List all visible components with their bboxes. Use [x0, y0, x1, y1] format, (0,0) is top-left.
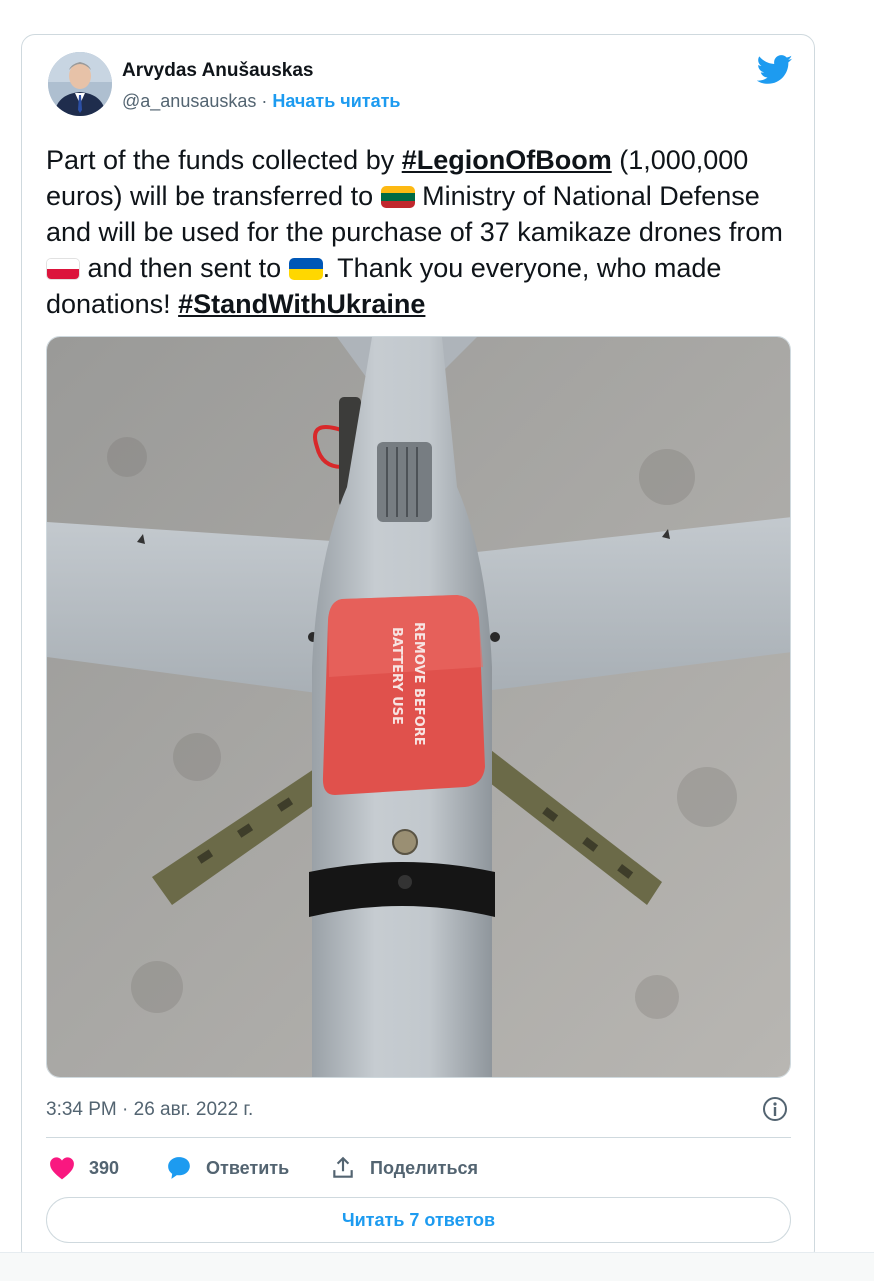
tweet-text-part: Part of the funds collected by — [46, 145, 402, 175]
info-icon[interactable] — [762, 1096, 788, 1122]
follow-link[interactable]: Начать читать — [272, 91, 400, 111]
drone-photo-illustration: REMOVE BEFORE BATTERY USE — [47, 337, 790, 1077]
reply-bubble-icon — [168, 1157, 190, 1179]
like-count: 390 — [89, 1157, 120, 1178]
hashtag-standwithukraine[interactable]: #StandWithUkraine — [178, 289, 425, 319]
share-button[interactable]: Поделиться — [330, 1152, 478, 1184]
reply-label: Ответить — [206, 1157, 290, 1178]
share-label: Поделиться — [370, 1157, 479, 1178]
read-replies-button[interactable]: Читать 7 ответов — [46, 1197, 791, 1243]
heart-icon — [50, 1157, 74, 1180]
ukraine-flag-icon — [288, 258, 323, 280]
page-bottom-edge — [0, 1252, 874, 1281]
author-name[interactable]: Arvydas Anušauskas — [122, 60, 314, 82]
hashtag-legionofboom[interactable]: #LegionOfBoom — [402, 145, 612, 175]
poland-flag-icon — [46, 258, 80, 280]
cover-label-line1: REMOVE BEFORE — [411, 622, 426, 746]
tweet-actions: 390 Ответить Поделиться — [46, 1152, 791, 1184]
tweet-photo[interactable]: REMOVE BEFORE BATTERY USE — [46, 336, 791, 1078]
separator-dot: · — [256, 91, 273, 111]
author-handle-row: @a_anusauskas · Начать читать — [122, 91, 401, 112]
tweet-text-part: and then sent to — [80, 253, 289, 283]
share-icon — [333, 1156, 353, 1178]
tweet-text: Part of the funds collected by #LegionOf… — [46, 142, 806, 322]
cover-label-line2: BATTERY USE — [389, 627, 404, 725]
lithuania-flag-icon — [380, 186, 415, 208]
like-button[interactable]: 390 — [49, 1152, 119, 1184]
avatar[interactable] — [48, 52, 112, 116]
reply-button[interactable]: Ответить — [166, 1152, 289, 1184]
author-handle[interactable]: @a_anusauskas — [122, 91, 256, 111]
twitter-bird-icon[interactable] — [757, 55, 793, 85]
tweet-timestamp[interactable]: 3:34 PM · 26 авг. 2022 г. — [46, 1099, 253, 1121]
divider — [46, 1137, 791, 1138]
